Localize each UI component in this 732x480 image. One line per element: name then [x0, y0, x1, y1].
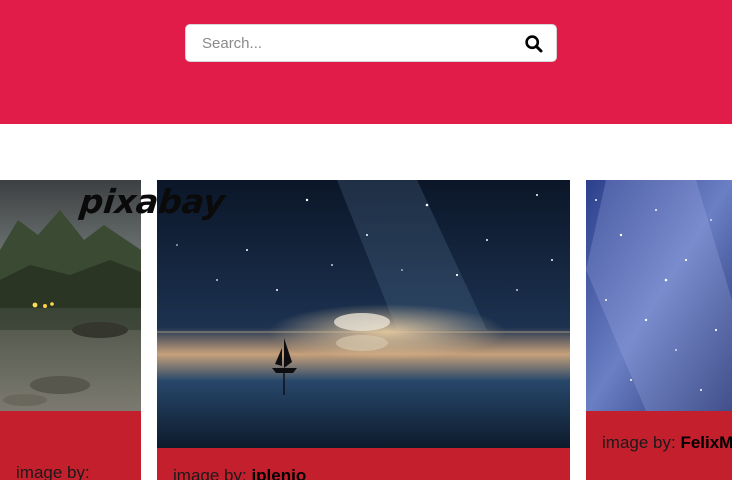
image-credit: image by:	[16, 463, 90, 480]
header-bar	[0, 0, 732, 124]
search-box	[185, 24, 557, 62]
card-footer: image by: FelixM	[586, 411, 732, 480]
image-credit: image by: FelixM	[602, 433, 732, 452]
milky-way-photo	[586, 180, 732, 411]
image-card[interactable]: image by: jplenio	[157, 180, 570, 480]
card-footer: image by: jplenio	[157, 448, 570, 480]
pixabay-logo[interactable]: pixabay	[78, 182, 227, 221]
search-icon	[525, 35, 543, 53]
card-footer: image by:	[0, 411, 141, 480]
search-input[interactable]	[186, 25, 506, 61]
image-card[interactable]: image by:	[0, 180, 141, 480]
image-card[interactable]: image by: FelixM	[586, 180, 732, 480]
search-button[interactable]	[524, 34, 544, 54]
image-credit: image by: jplenio	[173, 466, 307, 480]
